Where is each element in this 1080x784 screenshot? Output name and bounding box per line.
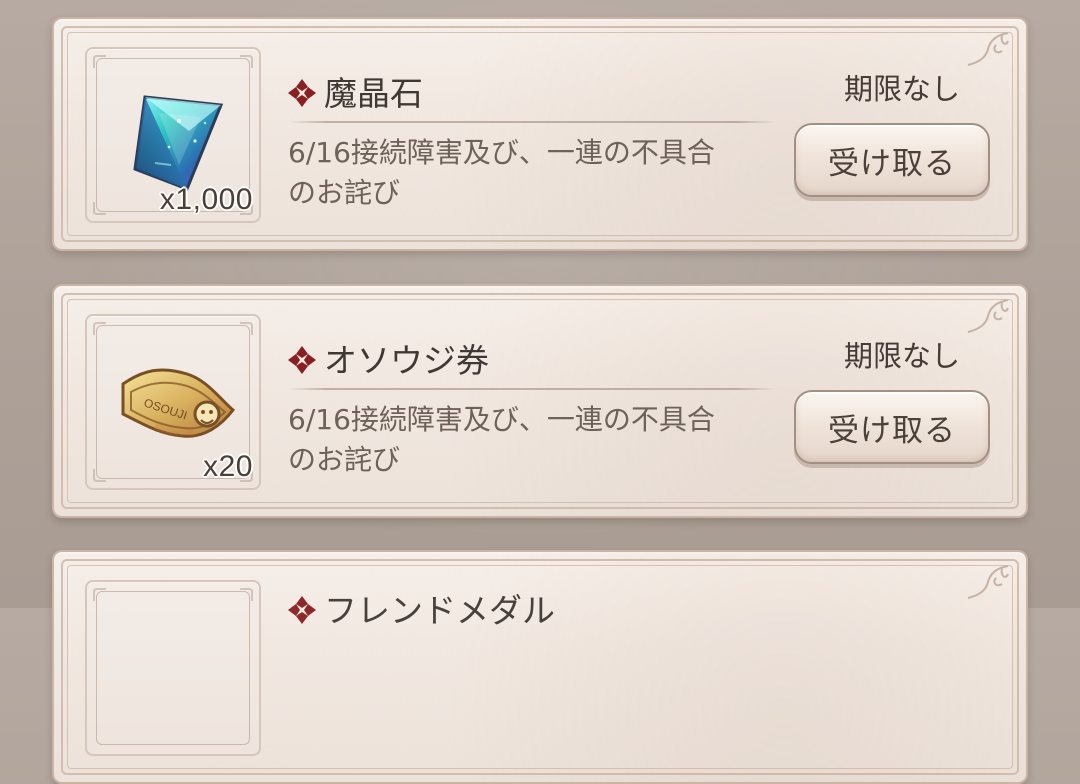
frame-corner-icon (240, 322, 253, 335)
title-divider (288, 121, 776, 123)
receive-button[interactable]: 受け取る (794, 123, 990, 197)
item-name: 魔晶石 (324, 73, 423, 113)
item-title-row: 魔晶石 (286, 71, 423, 115)
deadline-label: 期限なし (843, 72, 960, 106)
frame-corner-icon (93, 469, 106, 482)
frame-corner-icon (93, 588, 106, 601)
gift-message: 6/16接続障害及び、一連の不具合 のお詫び (288, 403, 715, 476)
deadline-label: 期限なし (843, 339, 960, 373)
frame-corner-icon (93, 55, 106, 68)
frame-corner-icon (93, 202, 106, 215)
item-name: オソウジ券 (324, 340, 489, 380)
item-title-row: フレンドメダル (286, 588, 555, 632)
gift-card-magic-crystal: x1,000 魔晶石 6/16接続障害及び、一連の不具合 のお詫び 期限なし 受… (52, 17, 1028, 251)
item-name: フレンドメダル (324, 590, 555, 630)
item-quantity: x20 (203, 450, 253, 483)
card-corner-flourish-icon (967, 565, 1009, 599)
item-bullet-icon (288, 79, 316, 107)
magic-crystal-icon (133, 95, 224, 191)
item-frame: OSOUJI x20 (85, 314, 261, 490)
item-frame (85, 580, 261, 756)
gift-card-cleaning-ticket: OSOUJI x20 オソウジ券 6/16接続障害及び、一連の不具合 のお詫び … (52, 284, 1028, 518)
cleaning-ticket-icon: OSOUJI (121, 368, 236, 438)
gift-card-friend-medal: フレンドメダル (52, 550, 1028, 784)
item-frame: x1,000 (85, 47, 261, 223)
card-corner-flourish-icon (967, 299, 1009, 333)
receive-button[interactable]: 受け取る (794, 390, 990, 464)
frame-corner-icon (93, 322, 106, 335)
title-divider (288, 388, 776, 390)
item-quantity: x1,000 (159, 183, 253, 216)
card-corner-flourish-icon (967, 32, 1009, 66)
frame-corner-icon (240, 588, 253, 601)
item-bullet-icon (288, 596, 316, 624)
item-bullet-icon (288, 346, 316, 374)
item-title-row: オソウジ券 (286, 338, 489, 382)
gift-message: 6/16接続障害及び、一連の不具合 のお詫び (288, 136, 715, 209)
frame-corner-icon (240, 55, 253, 68)
friend-medal-icon (109, 602, 241, 734)
